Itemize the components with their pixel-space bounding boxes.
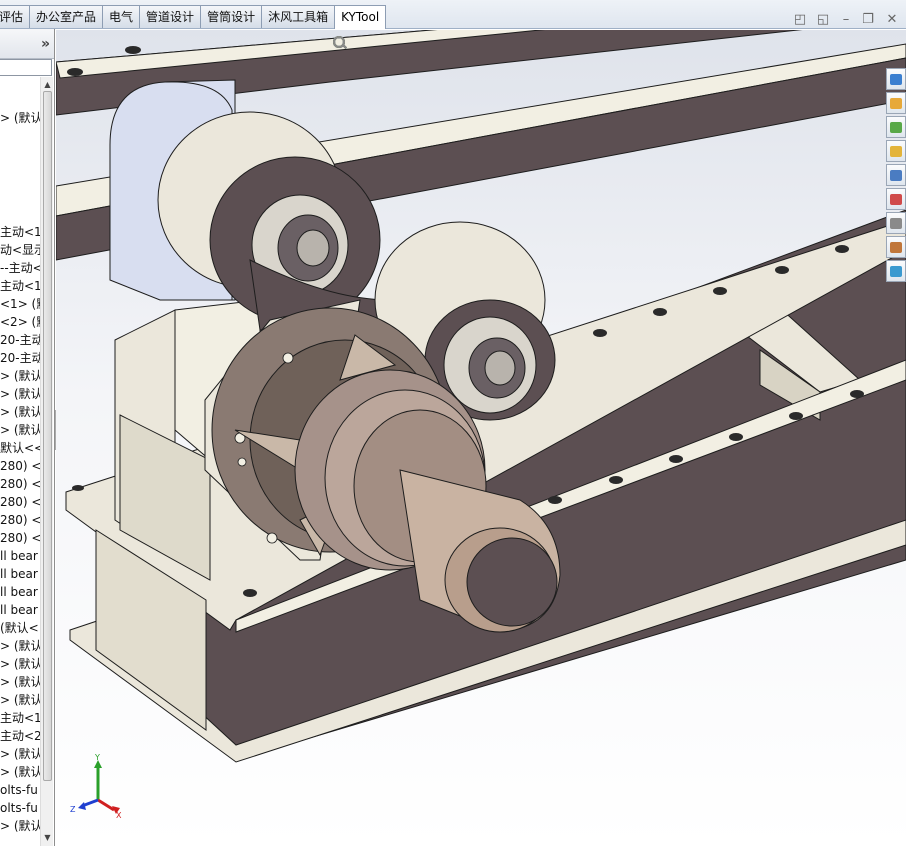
- tree-item[interactable]: ll bear: [0, 547, 40, 565]
- home-icon[interactable]: [886, 92, 906, 114]
- tree-item[interactable]: > (默认<: [0, 109, 40, 127]
- panel-restore-icon[interactable]: ◰: [792, 12, 808, 28]
- tree-item[interactable]: (默认<: [0, 619, 40, 637]
- sw-resources-icon[interactable]: [886, 68, 906, 90]
- zoom-area-icon[interactable]: [333, 36, 373, 55]
- tree-item[interactable]: 280) <: [0, 475, 40, 493]
- tree-item[interactable]: 主动<1: [0, 223, 40, 241]
- tree-item[interactable]: 动<显示: [0, 241, 40, 259]
- feature-tree-scrollbar[interactable]: ▲ ▼: [40, 77, 53, 846]
- tree-item[interactable]: ll bear: [0, 565, 40, 583]
- tree-item[interactable]: <1> (默: [0, 295, 40, 313]
- tree-item[interactable]: 280) <: [0, 511, 40, 529]
- view-settings-icon[interactable]: [333, 36, 557, 55]
- file-explorer-icon[interactable]: [886, 140, 906, 162]
- reference-triad: Y X Z: [70, 753, 122, 820]
- triad-z-label: Z: [70, 805, 76, 814]
- display-style-icon[interactable]: [333, 36, 465, 55]
- design-library-icon[interactable]: [886, 116, 906, 138]
- previous-view-icon[interactable]: [333, 36, 396, 55]
- tree-item[interactable]: 280) <: [0, 493, 40, 511]
- tab-0[interactable]: 评估: [0, 5, 31, 28]
- tree-item[interactable]: olts-fu: [0, 781, 40, 799]
- heads-up-view-toolbar: [332, 35, 562, 57]
- tab-4[interactable]: 管筒设计: [200, 5, 263, 28]
- edit-appearance-icon[interactable]: [333, 36, 511, 55]
- apply-scene-icon[interactable]: [333, 36, 534, 55]
- tree-item[interactable]: <2> (默: [0, 313, 40, 331]
- tab-5[interactable]: 沐风工具箱: [261, 5, 336, 28]
- tab-2[interactable]: 电气: [102, 5, 141, 28]
- tree-item[interactable]: 20-主动: [0, 331, 40, 349]
- tree-item[interactable]: 280) <: [0, 457, 40, 475]
- tree-item[interactable]: > (默认: [0, 745, 40, 763]
- hide-show-items-icon[interactable]: [333, 36, 488, 55]
- tree-item[interactable]: > (默认: [0, 673, 40, 691]
- graphics-viewport[interactable]: Y X Z: [56, 30, 906, 846]
- tree-item[interactable]: 主动<1:: [0, 277, 40, 295]
- panel-tile-icon[interactable]: ◱: [815, 12, 831, 28]
- restore-icon[interactable]: ❐: [860, 12, 876, 28]
- tree-item[interactable]: --主动<: [0, 259, 40, 277]
- view-orientation-icon[interactable]: [333, 36, 442, 55]
- appearances-icon[interactable]: [886, 188, 906, 210]
- tree-item[interactable]: > (默认: [0, 763, 40, 781]
- feature-tree-filter-input[interactable]: [0, 59, 52, 76]
- tab-3[interactable]: 管道设计: [139, 5, 202, 28]
- tree-item[interactable]: olts-fu: [0, 799, 40, 817]
- tree-item[interactable]: > (默认: [0, 691, 40, 709]
- tree-item[interactable]: 280) <: [0, 529, 40, 547]
- feature-tree-header: »: [0, 29, 54, 59]
- feature-manager-tree: » > (默认<主动<1动<显示--主动<主动<1:<1> (默<2> (默20…: [0, 29, 55, 846]
- section-view-icon[interactable]: [333, 36, 419, 55]
- minimize-icon[interactable]: –: [838, 12, 854, 28]
- tree-item[interactable]: > (默认: [0, 385, 40, 403]
- tree-item[interactable]: 主动<1:: [0, 709, 40, 727]
- scrollbar-thumb[interactable]: [43, 91, 52, 781]
- tree-item[interactable]: > (默认: [0, 817, 40, 835]
- tab-6[interactable]: KYTool: [334, 5, 387, 29]
- scroll-up-arrow-icon[interactable]: ▲: [42, 79, 53, 91]
- collapse-panel-button[interactable]: »: [41, 36, 50, 52]
- close-icon[interactable]: ✕: [884, 12, 900, 28]
- tree-item[interactable]: 20-主动: [0, 349, 40, 367]
- scroll-down-arrow-icon[interactable]: ▼: [42, 832, 53, 844]
- tab-1[interactable]: 办公室产品: [29, 5, 104, 28]
- 3d-model-render: [56, 30, 906, 763]
- command-manager-tabbar: 评估 办公室产品 电气 管道设计 管筒设计 沐风工具箱 KYTool ◰ ◱ – ❐ ✕: [0, 0, 906, 29]
- tree-item[interactable]: ll bear: [0, 601, 40, 619]
- tree-item[interactable]: > (默认: [0, 403, 40, 421]
- triad-y-label: Y: [94, 753, 100, 762]
- toolbox-icon[interactable]: [886, 236, 906, 258]
- tree-item[interactable]: > (默认: [0, 421, 40, 439]
- tree-item[interactable]: 默认<<: [0, 439, 40, 457]
- tree-item[interactable]: 主动<2:: [0, 727, 40, 745]
- tree-item[interactable]: > (默认: [0, 637, 40, 655]
- view-palette-icon[interactable]: [886, 164, 906, 186]
- triad-x-label: X: [116, 811, 122, 820]
- tree-item[interactable]: > (默认: [0, 367, 40, 385]
- tab-strip: 评估 办公室产品 电气 管道设计 管筒设计 沐风工具箱 KYTool: [0, 5, 387, 29]
- tree-item[interactable]: ll bear: [0, 583, 40, 601]
- tree-item[interactable]: > (默认: [0, 655, 40, 673]
- custom-properties-icon[interactable]: [886, 212, 906, 234]
- forum-icon[interactable]: [886, 260, 906, 282]
